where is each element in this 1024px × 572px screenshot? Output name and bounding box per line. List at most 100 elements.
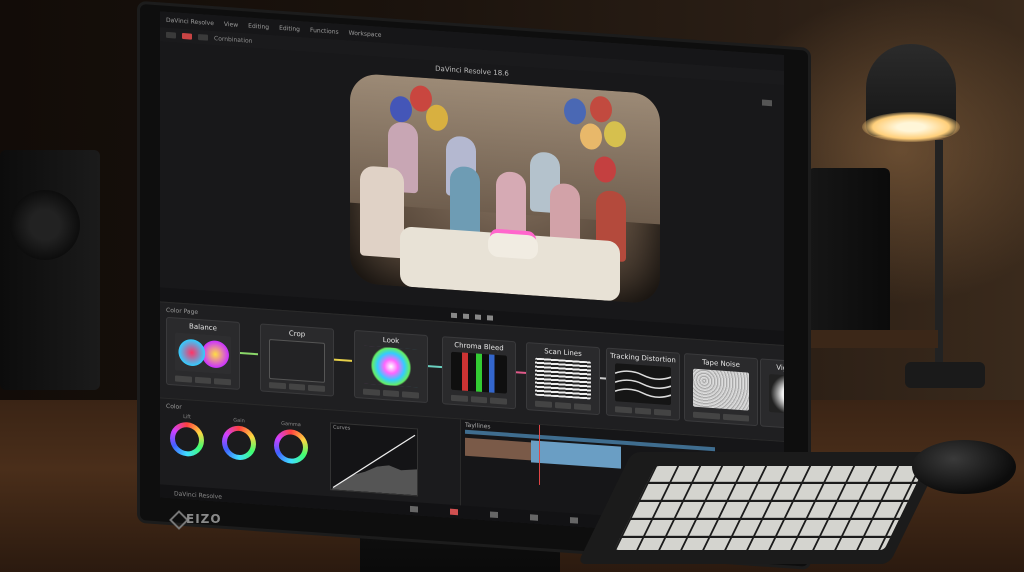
curve-graph [331, 434, 417, 496]
mouse [912, 440, 1016, 494]
node-icons [693, 411, 749, 422]
monitor-brand: EIZO [186, 512, 222, 526]
toolbar-button-active[interactable] [182, 32, 192, 40]
stop-icon[interactable] [475, 313, 481, 320]
balloon [590, 95, 612, 124]
wheel-label: Gamma [281, 420, 301, 429]
right-speaker [808, 168, 890, 338]
menu-item[interactable]: Editing [279, 24, 300, 32]
balloon [390, 95, 412, 124]
node-icon[interactable] [470, 396, 488, 404]
child-figure [360, 165, 404, 259]
birthday-photo-frame [350, 72, 660, 305]
chroma-bleed-thumb [451, 351, 507, 394]
page-name: DaVinci Resolve [174, 490, 222, 501]
curves-title: Curves [333, 424, 351, 432]
toolbar-button[interactable] [166, 31, 176, 39]
page-icon[interactable] [530, 514, 538, 521]
toolbar-button[interactable] [198, 34, 208, 41]
node-editor-label: Color Page [166, 306, 199, 317]
lamp-base [905, 362, 985, 388]
node-balance[interactable]: Balance [166, 316, 240, 390]
node-tracking-distortion[interactable]: Tracking Distortion [606, 347, 680, 421]
node-icon[interactable] [175, 375, 192, 383]
crop-icon [269, 339, 325, 383]
video-clip[interactable] [465, 437, 531, 461]
node-title: Vignette [776, 363, 784, 374]
node-look[interactable]: Look [354, 329, 428, 404]
skip-forward-icon[interactable] [487, 314, 493, 321]
node-icon[interactable] [535, 400, 552, 408]
gain-wheel[interactable] [222, 424, 256, 462]
timeline-clip[interactable] [531, 440, 621, 469]
curves-editor[interactable]: Curves [330, 422, 418, 497]
color-wheel-icon [175, 332, 231, 375]
node-icon[interactable] [382, 389, 400, 398]
child-figure [450, 165, 480, 238]
lamp-glow [862, 112, 960, 142]
viewer-panel: DaVinci Resolve 18.6 [160, 41, 784, 332]
vignette-thumb [769, 373, 784, 416]
left-speaker [0, 150, 100, 390]
node-icon[interactable] [722, 413, 749, 422]
node-scan-lines[interactable]: Scan Lines [526, 341, 600, 416]
node-icon[interactable] [634, 407, 652, 415]
node-icon[interactable] [654, 408, 672, 417]
node-icon[interactable] [554, 401, 572, 410]
node-link [240, 351, 258, 356]
menu-item[interactable]: Functions [310, 26, 339, 35]
wave-lines [614, 370, 672, 398]
playhead[interactable] [539, 424, 540, 485]
node-crop[interactable]: Crop [260, 323, 334, 397]
tracking-distortion-thumb [614, 363, 672, 406]
birthday-cake [488, 232, 538, 260]
menu-item[interactable]: Workspace [349, 29, 382, 38]
shelf [808, 330, 938, 348]
page-icon[interactable] [570, 517, 578, 524]
node-icons [363, 388, 420, 399]
node-icons [451, 394, 508, 405]
node-icons [175, 375, 232, 386]
node-vignette[interactable]: Vignette [760, 358, 784, 431]
node-icon[interactable] [451, 394, 468, 402]
menu-item[interactable]: View [224, 20, 238, 28]
node-icons [615, 406, 672, 417]
color-wheel-icon [363, 345, 419, 388]
page-icon[interactable] [410, 505, 418, 513]
node-icon[interactable] [308, 384, 326, 392]
node-tape-noise[interactable]: Tape Noise [684, 353, 758, 427]
node-icon[interactable] [288, 383, 306, 391]
balloon [594, 155, 616, 184]
node-icons [535, 400, 592, 411]
scan-lines-thumb [535, 357, 591, 400]
node-icons [269, 382, 326, 392]
viewer-options-icon[interactable] [762, 99, 772, 107]
balloon [604, 120, 626, 148]
lift-wheel[interactable] [170, 421, 204, 458]
balloon [426, 103, 448, 132]
node-icon[interactable] [693, 411, 720, 420]
toolbar-label: Cornbination [214, 34, 253, 45]
skip-back-icon[interactable] [451, 312, 457, 318]
balloon [580, 122, 602, 151]
page-icon-active[interactable] [450, 508, 458, 516]
node-icon[interactable] [615, 406, 632, 414]
child-figure [496, 170, 526, 239]
node-icon[interactable] [490, 397, 508, 405]
play-icon[interactable] [463, 313, 469, 319]
page-icon[interactable] [490, 511, 498, 519]
gamma-wheel[interactable] [274, 428, 308, 465]
node-link [334, 358, 352, 362]
node-icon[interactable] [194, 376, 212, 384]
node-icon[interactable] [269, 382, 286, 390]
node-icon[interactable] [574, 403, 592, 411]
node-icon[interactable] [363, 388, 380, 396]
balloon [564, 97, 586, 126]
node-chroma-bleed[interactable]: Chroma Bleed [442, 336, 516, 410]
menu-item[interactable]: DaVinci Resolve [166, 16, 214, 26]
wheel-label: Lift [183, 414, 191, 421]
node-icon[interactable] [402, 391, 420, 399]
keyboard-keys [614, 466, 926, 550]
node-icon[interactable] [214, 378, 232, 386]
menu-item[interactable]: Editing [248, 22, 269, 30]
